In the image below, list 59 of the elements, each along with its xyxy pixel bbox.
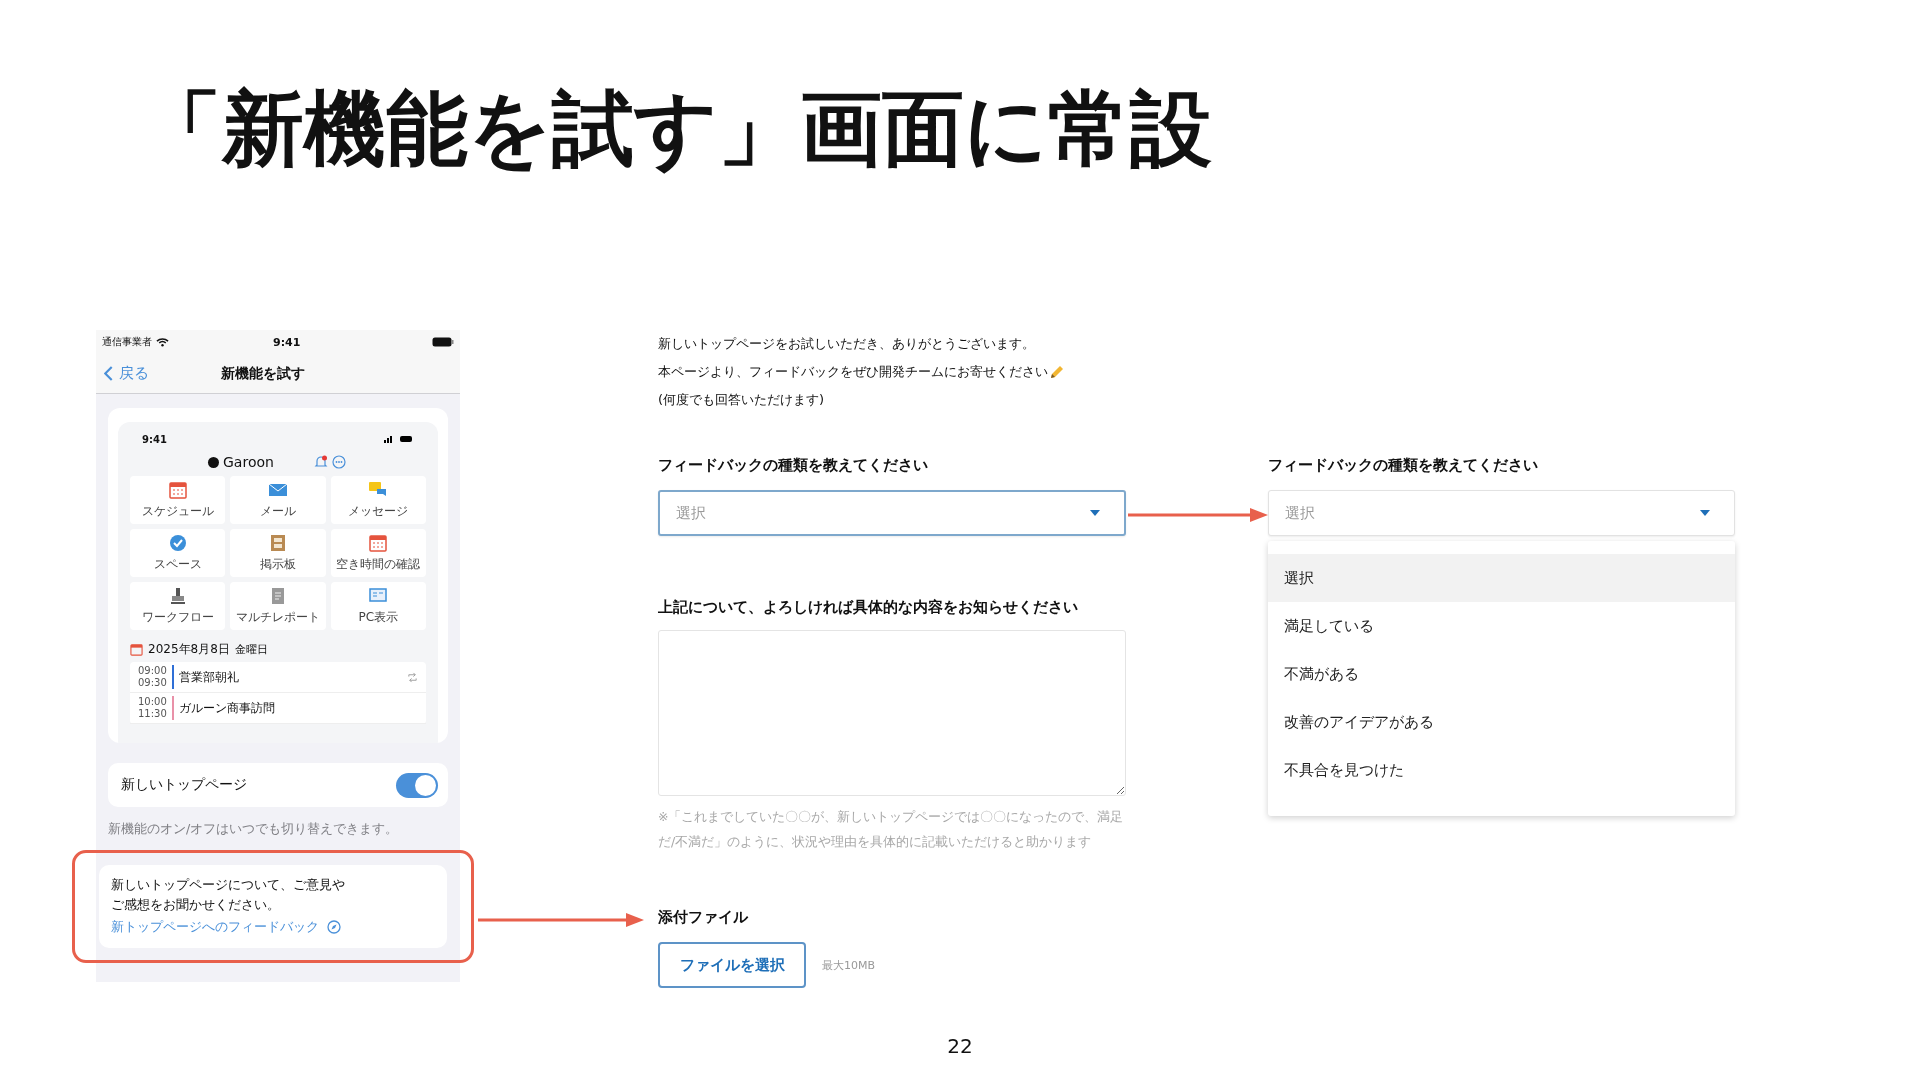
signal-icon <box>384 435 414 443</box>
calendar-icon <box>130 642 143 656</box>
app-tile[interactable]: PC表示 <box>330 582 426 630</box>
battery-icon <box>432 337 454 347</box>
weekday: 金曜日 <box>234 641 268 657</box>
bell-icon[interactable] <box>313 455 328 469</box>
file-size-limit: 最大10MB <box>822 957 876 973</box>
setting-caption: 新機能のオン/オフはいつでも切り替えできます。 <box>108 821 400 838</box>
carrier-name: 通信事業者 <box>102 335 152 349</box>
more-icon[interactable] <box>331 455 346 469</box>
status-time: 9:41 <box>273 335 301 349</box>
event-start-time: 10:00 <box>138 696 167 708</box>
field-label: 添付ファイル <box>658 908 749 928</box>
feedback-link[interactable]: 新トップページへのフィードバック <box>111 918 435 936</box>
app-name: Garoon <box>223 454 274 470</box>
event-title: 営業部朝礼 <box>178 668 239 686</box>
caret-icon <box>1090 510 1100 516</box>
field-label: 上記について、よろしければ具体的な内容をお知らせください <box>658 598 1079 618</box>
calendar-icon <box>368 533 389 553</box>
intro-text: (何度でも回答いただけます) <box>658 391 826 409</box>
dropdown-option[interactable]: 満足している <box>1268 602 1735 650</box>
app-logo-icon <box>208 456 219 468</box>
caret-icon <box>1700 510 1710 516</box>
schedule-event[interactable]: 10:00 11:30 ガルーン商事訪問 <box>130 693 426 724</box>
dropdown-option[interactable]: 不具合を見つけた <box>1268 746 1735 794</box>
field-label: フィードバックの種類を教えてください <box>658 456 929 476</box>
event-title: ガルーン商事訪問 <box>178 699 275 717</box>
app-tile[interactable]: 掲示板 <box>230 529 326 577</box>
app-tile[interactable]: 空き時間の確認 <box>330 529 426 577</box>
dropdown-option[interactable]: 不満がある <box>1268 650 1735 698</box>
board-icon <box>268 533 288 553</box>
calendar-icon <box>167 480 188 500</box>
screen-title: 新機能を試す <box>221 364 305 383</box>
field-label: フィードバックの種類を教えてください <box>1268 456 1539 476</box>
app-tile[interactable]: スペース <box>130 529 226 577</box>
app-tile[interactable]: スケジュール <box>130 476 226 524</box>
dropdown-option[interactable]: 選択 <box>1268 554 1735 602</box>
event-start-time: 09:00 <box>138 665 167 677</box>
app-tile[interactable]: ワークフロー <box>130 582 226 630</box>
toggle-switch[interactable] <box>396 772 438 798</box>
dropdown-option[interactable]: 改善のアイデアがある <box>1268 698 1735 746</box>
page-number: 22 <box>946 1034 974 1058</box>
app-tile[interactable]: メッセージ <box>330 476 426 524</box>
intro-text: 本ページより、フィードバックをぜひ開発チームにお寄せください <box>658 358 1126 386</box>
schedule-date: 2025年8月8日 <box>148 640 230 658</box>
chevron-left-icon <box>104 366 113 381</box>
app-tile[interactable]: マルチレポート <box>230 582 326 630</box>
event-end-time: 11:30 <box>138 708 167 720</box>
intro-text: 新しいトップページをお試しいただき、ありがとうございます。 <box>658 335 1036 353</box>
setting-label: 新しいトップページ <box>121 776 247 794</box>
wifi-icon <box>156 337 169 347</box>
compass-icon <box>327 920 341 934</box>
schedule-event[interactable]: 09:00 09:30 営業部朝礼 <box>130 662 426 693</box>
app-tile[interactable]: メール <box>230 476 326 524</box>
pencil-icon <box>1049 364 1065 380</box>
choose-file-button[interactable]: ファイルを選択 <box>658 942 806 988</box>
event-end-time: 09:30 <box>138 677 167 689</box>
feedback-prompt: 新しいトップページについて、ご意見やご感想をお聞かせください。 <box>111 876 346 914</box>
status-time: 9:41 <box>142 433 167 445</box>
